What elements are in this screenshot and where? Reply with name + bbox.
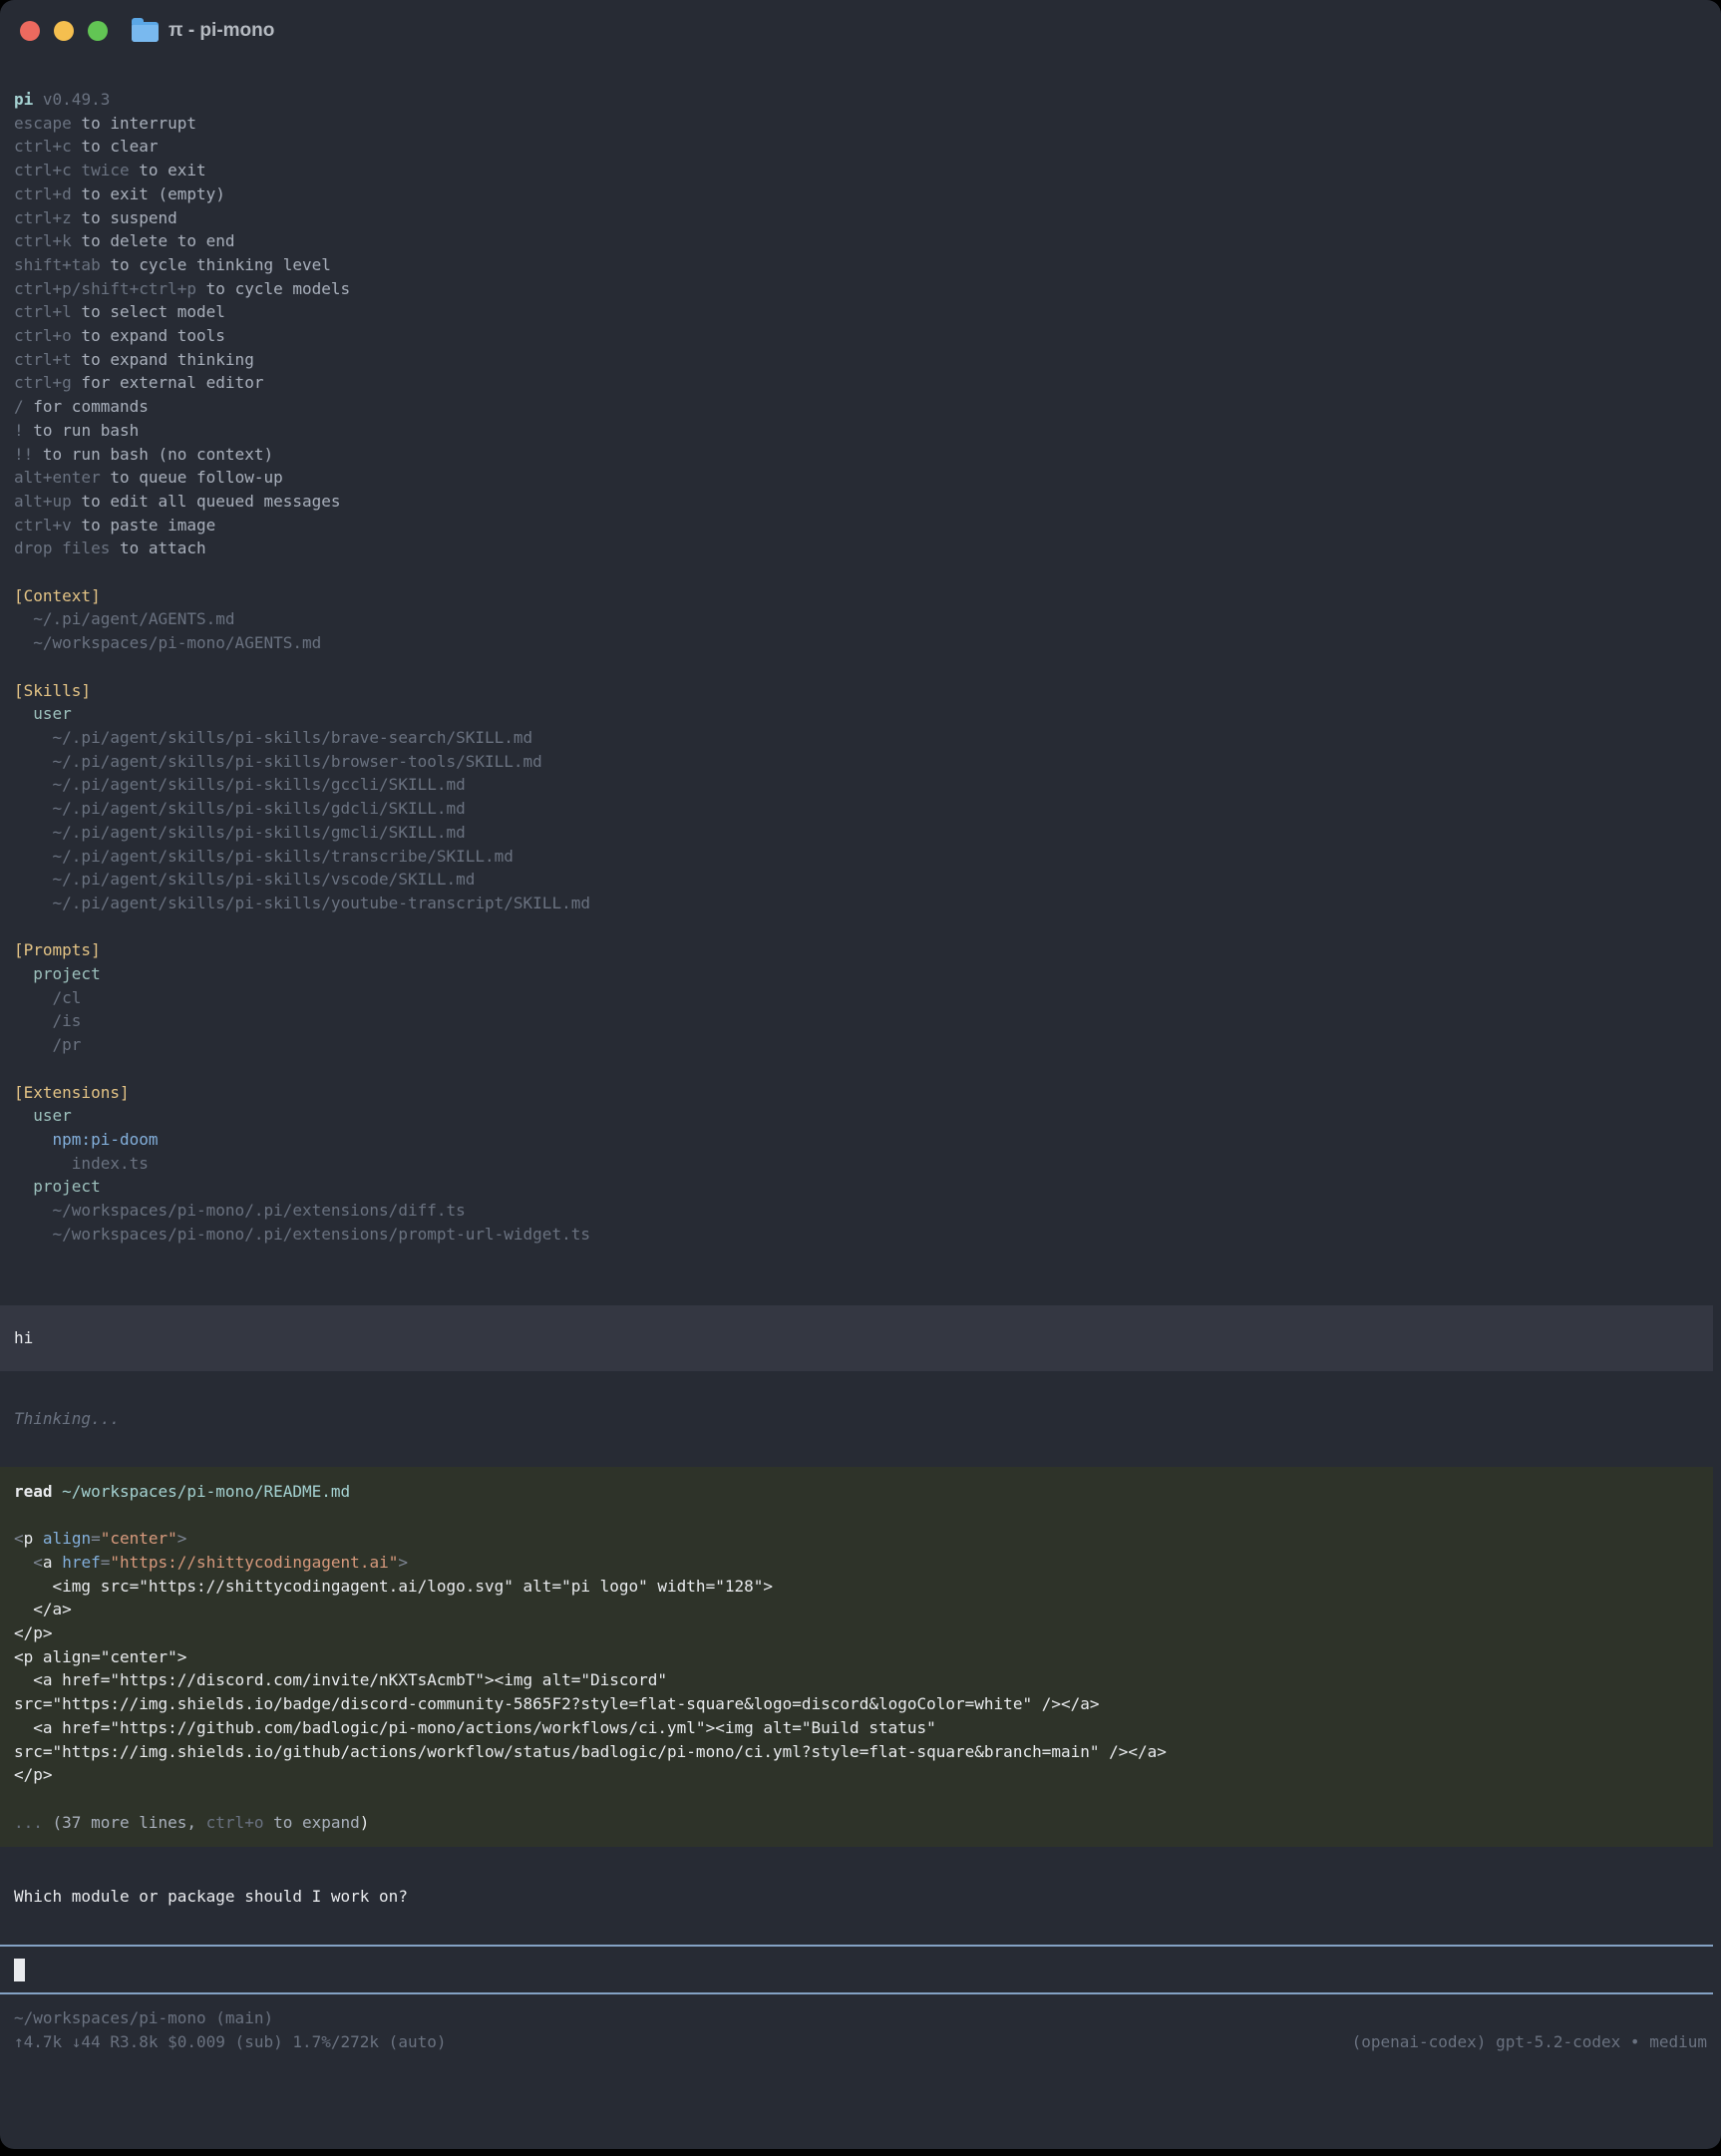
terminal-line: ~/.pi/agent/skills/pi-skills/transcribe/…: [0, 845, 1721, 869]
assistant-message: Which module or package should I work on…: [0, 1885, 1721, 1909]
terminal-line: ctrl+c to clear: [0, 135, 1721, 159]
terminal-line: ctrl+o to expand tools: [0, 324, 1721, 348]
terminal-line: ... (37 more lines, ctrl+o to expand): [0, 1811, 1713, 1835]
terminal-line: ~/.pi/agent/skills/pi-skills/vscode/SKIL…: [0, 868, 1721, 892]
terminal-line: <a href="https://github.com/badlogic/pi-…: [0, 1716, 1713, 1740]
terminal-line: [Context]: [0, 584, 1721, 608]
terminal-line: </a>: [0, 1598, 1713, 1621]
close-button[interactable]: [20, 21, 40, 41]
terminal-line: project: [0, 1175, 1721, 1199]
terminal-line: ctrl+v to paste image: [0, 514, 1721, 538]
terminal-line: ctrl+c twice to exit: [0, 159, 1721, 182]
terminal-line: ~/.pi/agent/skills/pi-skills/gccli/SKILL…: [0, 773, 1721, 797]
window-controls: [20, 21, 108, 41]
input-cursor: [14, 1959, 25, 1981]
terminal-line: [0, 915, 1721, 939]
window-title: π - pi-mono: [169, 19, 274, 43]
terminal-window: π - pi-mono pi v0.49.3escape to interrup…: [0, 0, 1721, 2149]
terminal-line: [0, 1057, 1721, 1081]
terminal-line: [Prompts]: [0, 938, 1721, 962]
terminal-line: ~/.pi/agent/skills/pi-skills/brave-searc…: [0, 726, 1721, 750]
terminal-line: alt+enter to queue follow-up: [0, 466, 1721, 490]
thinking-indicator: Thinking...: [0, 1407, 1721, 1431]
minimize-button[interactable]: [54, 21, 74, 41]
terminal-line: [0, 1504, 1713, 1528]
terminal-line: escape to interrupt: [0, 112, 1721, 136]
terminal-line: ctrl+l to select model: [0, 300, 1721, 324]
terminal-line: src="https://img.shields.io/github/actio…: [0, 1740, 1713, 1764]
terminal-line: ctrl+g for external editor: [0, 371, 1721, 395]
terminal-line: ctrl+t to expand thinking: [0, 348, 1721, 372]
terminal-line: [Extensions]: [0, 1081, 1721, 1105]
model-info: (openai-codex) gpt-5.2-codex • medium: [1352, 2030, 1707, 2054]
token-stats: ↑4.7k ↓44 R3.8k $0.009 (sub) 1.7%/272k (…: [14, 2030, 446, 2054]
title-group: π - pi-mono: [132, 19, 274, 43]
terminal-line: ctrl+z to suspend: [0, 206, 1721, 230]
terminal-content: pi v0.49.3escape to interruptctrl+c to c…: [0, 62, 1721, 2054]
terminal-line: ~/.pi/agent/skills/pi-skills/youtube-tra…: [0, 892, 1721, 915]
terminal-line: /is: [0, 1009, 1721, 1033]
terminal-line: npm:pi-doom: [0, 1128, 1721, 1152]
terminal-line: / for commands: [0, 395, 1721, 419]
terminal-line: ctrl+k to delete to end: [0, 229, 1721, 253]
terminal-line: index.ts: [0, 1152, 1721, 1176]
terminal-line: </p>: [0, 1621, 1713, 1645]
terminal-line: [0, 560, 1721, 584]
terminal-line: ! to run bash: [0, 419, 1721, 443]
terminal-line: </p>: [0, 1763, 1713, 1787]
terminal-line: <p align="center">: [0, 1645, 1713, 1669]
cwd-status: ~/workspaces/pi-mono (main): [14, 2006, 273, 2030]
terminal-line: src="https://img.shields.io/badge/discor…: [0, 1692, 1713, 1716]
terminal-line: ~/workspaces/pi-mono/AGENTS.md: [0, 631, 1721, 655]
terminal-line: /cl: [0, 986, 1721, 1010]
terminal-line: pi v0.49.3: [0, 88, 1721, 112]
terminal-line: ~/workspaces/pi-mono/.pi/extensions/diff…: [0, 1199, 1721, 1223]
terminal-line: [Skills]: [0, 679, 1721, 703]
terminal-line: <a href="https://shittycodingagent.ai">: [0, 1551, 1713, 1575]
status-bar: ~/workspaces/pi-mono (main) ↑4.7k ↓44 R3…: [0, 2006, 1721, 2053]
tool-call-block: read ~/workspaces/pi-mono/README.md <p a…: [0, 1467, 1713, 1848]
terminal-line: drop files to attach: [0, 537, 1721, 560]
terminal-line: [0, 655, 1721, 679]
terminal-line: ~/workspaces/pi-mono/.pi/extensions/prom…: [0, 1223, 1721, 1247]
terminal-line: ~/.pi/agent/skills/pi-skills/gdcli/SKILL…: [0, 797, 1721, 821]
terminal-line: user: [0, 1104, 1721, 1128]
zoom-button[interactable]: [88, 21, 108, 41]
folder-icon: [132, 22, 159, 42]
terminal-line: [0, 1787, 1713, 1811]
terminal-line: user: [0, 702, 1721, 726]
terminal-line: read ~/workspaces/pi-mono/README.md: [0, 1480, 1713, 1504]
terminal-line: alt+up to edit all queued messages: [0, 490, 1721, 514]
terminal-line: <p align="center">: [0, 1527, 1713, 1551]
terminal-line: <a href="https://discord.com/invite/nKXT…: [0, 1668, 1713, 1692]
terminal-line: <img src="https://shittycodingagent.ai/l…: [0, 1575, 1713, 1599]
titlebar: π - pi-mono: [0, 0, 1721, 62]
terminal-line: ~/.pi/agent/skills/pi-skills/browser-too…: [0, 750, 1721, 774]
startup-info: pi v0.49.3escape to interruptctrl+c to c…: [0, 88, 1721, 1246]
user-message-text: hi: [0, 1326, 1713, 1350]
prompt-input[interactable]: [0, 1945, 1713, 1994]
terminal-line: !! to run bash (no context): [0, 443, 1721, 467]
terminal-line: ctrl+d to exit (empty): [0, 182, 1721, 206]
terminal-line: ctrl+p/shift+ctrl+p to cycle models: [0, 277, 1721, 301]
terminal-line: project: [0, 962, 1721, 986]
terminal-line: ~/.pi/agent/AGENTS.md: [0, 607, 1721, 631]
terminal-line: ~/.pi/agent/skills/pi-skills/gmcli/SKILL…: [0, 821, 1721, 845]
user-message: hi: [0, 1305, 1713, 1371]
terminal-line: shift+tab to cycle thinking level: [0, 253, 1721, 277]
terminal-line: /pr: [0, 1033, 1721, 1057]
